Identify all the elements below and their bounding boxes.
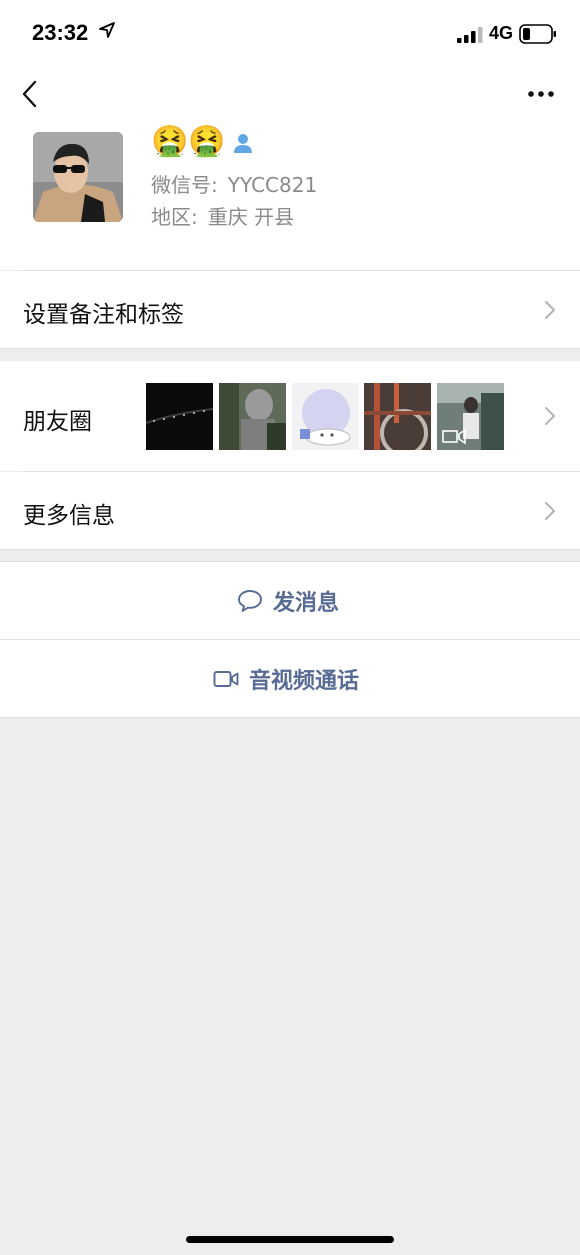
region-value: 重庆 开县 <box>207 205 295 229</box>
moments-photo <box>292 383 359 450</box>
home-indicator[interactable] <box>186 1236 394 1243</box>
divider <box>0 717 580 718</box>
moments-photo <box>146 383 213 450</box>
wechat-id-value: YYCC821 <box>227 173 318 197</box>
network-type: 4G <box>489 23 514 43</box>
moments-video-thumbnail <box>437 383 504 450</box>
divider <box>0 348 580 349</box>
nickname: 🤮🤮 <box>151 124 226 159</box>
status-time: 23:32 <box>32 20 89 45</box>
set-remark-tags-row[interactable]: 设置备注和标签 <box>0 271 580 348</box>
more-info-row[interactable]: 更多信息 <box>0 472 580 549</box>
send-message-content: 发消息 <box>237 562 339 639</box>
chevron-right-icon <box>545 301 555 319</box>
male-gender-icon <box>234 134 252 153</box>
chevron-right-icon <box>545 407 555 425</box>
moments-row[interactable]: 朋友圈 <box>0 361 580 471</box>
voice-video-call-content: 音视频通话 <box>213 640 359 717</box>
more-options-icon[interactable] <box>526 84 556 104</box>
voice-video-call-label: 音视频通话 <box>249 668 360 694</box>
status-bar: 23:32 4G <box>0 0 580 70</box>
video-camera-icon <box>213 670 239 687</box>
divider <box>0 549 580 550</box>
set-remark-tags-label: 设置备注和标签 <box>23 302 184 328</box>
send-message-button[interactable]: 发消息 <box>0 562 580 639</box>
avatar[interactable] <box>33 132 123 222</box>
chevron-right-icon <box>545 502 555 520</box>
wechat-id-label: 微信号: <box>151 173 218 197</box>
moments-label: 朋友圈 <box>23 409 92 435</box>
more-info-label: 更多信息 <box>23 503 115 529</box>
moments-photo <box>219 383 286 450</box>
region-line: 地区: 重庆 开县 <box>151 201 294 230</box>
region-label: 地区: <box>151 205 198 229</box>
cellular-signal-icon <box>457 27 483 43</box>
nav-bar <box>0 70 580 120</box>
wechat-id-line: 微信号: YYCC821 <box>151 169 317 198</box>
send-message-label: 发消息 <box>273 590 340 616</box>
location-arrow-icon <box>99 22 115 38</box>
voice-video-call-button[interactable]: 音视频通话 <box>0 640 580 717</box>
battery-icon <box>519 24 556 44</box>
moments-photo <box>364 383 431 450</box>
profile-header: 🤮🤮 微信号: YYCC821 地区: 重庆 开县 <box>0 120 580 270</box>
chat-bubble-icon <box>238 589 262 612</box>
back-icon[interactable] <box>18 78 42 110</box>
